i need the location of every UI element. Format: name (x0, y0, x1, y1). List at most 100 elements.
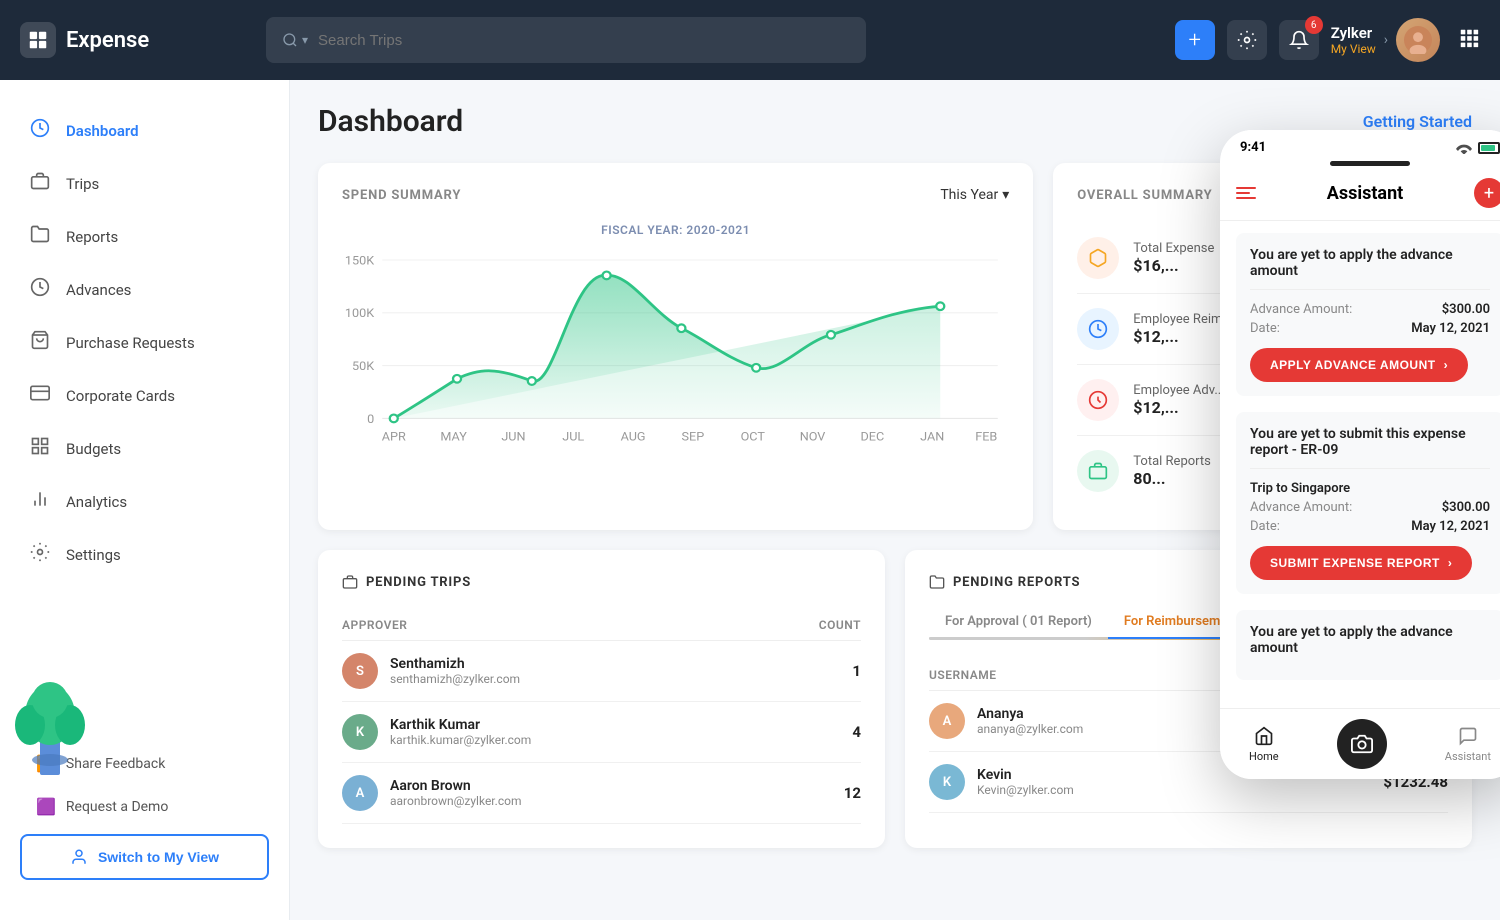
sidebar-item-reports[interactable]: Reports (0, 210, 289, 263)
pending-trips-icon (342, 574, 358, 590)
mobile-tab-home[interactable]: Home (1249, 726, 1279, 763)
svg-text:NOV: NOV (800, 431, 826, 445)
svg-text:DEC: DEC (861, 431, 885, 445)
sidebar-item-analytics[interactable]: Analytics (0, 475, 289, 528)
sidebar-item-trips[interactable]: Trips (0, 157, 289, 210)
user-info-cell: Senthamizh senthamizh@zylker.com (390, 656, 520, 686)
request-demo-button[interactable]: 🟪 Request a Demo (20, 787, 269, 826)
sidebar-label-purchase-requests: Purchase Requests (66, 334, 195, 352)
mobile-tab-assistant[interactable]: Assistant (1445, 726, 1491, 763)
sidebar-label-budgets: Budgets (66, 440, 121, 458)
chart-svg: 150K 100K 50K 0 (342, 249, 1009, 469)
logo-icon (20, 22, 56, 58)
svg-text:JUN: JUN (501, 431, 525, 445)
sidebar-label-trips: Trips (66, 175, 99, 193)
sidebar-label-reports: Reports (66, 228, 118, 246)
mobile-notification-2: You are yet to submit this expense repor… (1236, 412, 1500, 594)
sidebar-item-dashboard[interactable]: Dashboard (0, 104, 289, 157)
submit-expense-button[interactable]: SUBMIT EXPENSE REPORT › (1250, 546, 1472, 580)
user-avatar[interactable] (1396, 18, 1440, 62)
budgets-icon (28, 436, 52, 461)
total-expense-info: Total Expense $16,... (1133, 241, 1214, 275)
user-profile[interactable]: Zylker My View › (1331, 18, 1440, 62)
apply-advance-button[interactable]: APPLY ADVANCE AMOUNT › (1250, 348, 1468, 382)
avatar: K (929, 764, 965, 800)
report-username: Kevin (977, 767, 1074, 783)
mobile-camera-button[interactable] (1337, 719, 1387, 769)
trips-icon (28, 171, 52, 196)
user-name: Zylker (1331, 24, 1376, 42)
sidebar-item-settings[interactable]: Settings (0, 528, 289, 581)
sidebar-item-budgets[interactable]: Budgets (0, 422, 289, 475)
main-content: Dashboard Getting Started SPEND SUMMARY … (290, 80, 1500, 920)
spend-year-selector[interactable]: This Year ▾ (940, 187, 1009, 203)
total-expense-label: Total Expense (1133, 241, 1214, 256)
purchase-requests-icon (28, 330, 52, 355)
notif-heading-2: You are yet to submit this expense repor… (1250, 426, 1490, 458)
settings-button[interactable] (1227, 20, 1267, 60)
svg-text:AUG: AUG (621, 431, 646, 445)
total-reports-info: Total Reports 80... (1133, 454, 1211, 488)
switch-view-label: Switch to My View (98, 849, 219, 865)
approver-email: karthik.kumar@zylker.com (390, 733, 531, 747)
trip-count: 12 (844, 784, 861, 802)
mobile-menu-button[interactable] (1236, 187, 1256, 199)
date-row-2: Date: May 12, 2021 (1250, 519, 1490, 534)
trip-count: 4 (852, 723, 861, 741)
mobile-add-button[interactable]: + (1474, 178, 1500, 208)
spend-year-label: This Year (940, 187, 998, 203)
search-dropdown-icon[interactable]: ▾ (282, 32, 308, 48)
bell-icon (1289, 30, 1309, 50)
assistant-icon (1458, 726, 1478, 746)
trip-name: Trip to Singapore (1250, 481, 1350, 496)
employee-adv-label: Employee Adv... (1133, 383, 1224, 398)
trip-count: 1 (852, 662, 861, 680)
sidebar-item-purchase-requests[interactable]: Purchase Requests (0, 316, 289, 369)
spend-summary-header: SPEND SUMMARY This Year ▾ (342, 187, 1009, 203)
getting-started-link[interactable]: Getting Started (1363, 112, 1472, 131)
svg-text:0: 0 (367, 413, 374, 427)
approver-user: A Aaron Brown aaronbrown@zylker.com (342, 775, 521, 811)
trip-label-row: Trip to Singapore (1250, 481, 1490, 496)
pending-trips-label: PENDING TRIPS (366, 575, 471, 590)
report-email: Kevin@zylker.com (977, 783, 1074, 797)
switch-to-my-view-button[interactable]: Switch to My View (20, 834, 269, 880)
analytics-icon (28, 489, 52, 514)
pending-reports-label: PENDING REPORTS (953, 575, 1080, 590)
mobile-notification-3: You are yet to apply the advance amount (1236, 610, 1500, 680)
svg-text:OCT: OCT (741, 431, 766, 445)
arrow-right-icon: › (1444, 358, 1449, 372)
fiscal-year-label: FISCAL YEAR: 2020-2021 (342, 223, 1009, 237)
chevron-down-icon: ▾ (1002, 187, 1009, 203)
home-tab-label: Home (1249, 750, 1279, 763)
mobile-status-icons (1456, 142, 1500, 154)
mobile-bottom-bar: Home Assistant (1220, 708, 1500, 779)
overall-summary-title: OVERALL SUMMARY (1077, 188, 1212, 203)
sidebar-item-corporate-cards[interactable]: Corporate Cards (0, 369, 289, 422)
top-navigation: Expense ▾ + 6 Zylker My View (0, 0, 1500, 80)
pending-trips-card: PENDING TRIPS APPROVER COUNT S Senthamiz… (318, 550, 885, 848)
avatar-image (1396, 18, 1440, 62)
pending-reports-icon (929, 574, 945, 590)
tab-approval[interactable]: For Approval ( 01 Report) (929, 606, 1108, 637)
svg-text:JUL: JUL (562, 431, 584, 445)
avatar: S (342, 653, 378, 689)
sidebar-label-analytics: Analytics (66, 493, 127, 511)
pending-trips-title: PENDING TRIPS (342, 574, 861, 590)
advance-value-2: $300.00 (1442, 500, 1490, 515)
sidebar-label-dashboard: Dashboard (66, 122, 139, 140)
wifi-icon (1456, 142, 1472, 154)
notifications-button[interactable]: 6 (1279, 20, 1319, 60)
request-demo-label: Request a Demo (66, 799, 168, 815)
clock-icon (1088, 319, 1108, 339)
arrow-right-icon-2: › (1448, 556, 1453, 570)
approver-name: Senthamizh (390, 656, 520, 672)
add-button[interactable]: + (1175, 20, 1215, 60)
total-expense-icon-wrap (1077, 237, 1119, 279)
mobile-status-bar: 9:41 (1220, 130, 1500, 155)
grid-apps-button[interactable] (1458, 27, 1480, 53)
total-reports-value: 80... (1133, 469, 1211, 488)
search-bar[interactable]: ▾ (266, 17, 866, 63)
sidebar-item-advances[interactable]: Advances (0, 263, 289, 316)
search-input[interactable] (318, 32, 850, 49)
